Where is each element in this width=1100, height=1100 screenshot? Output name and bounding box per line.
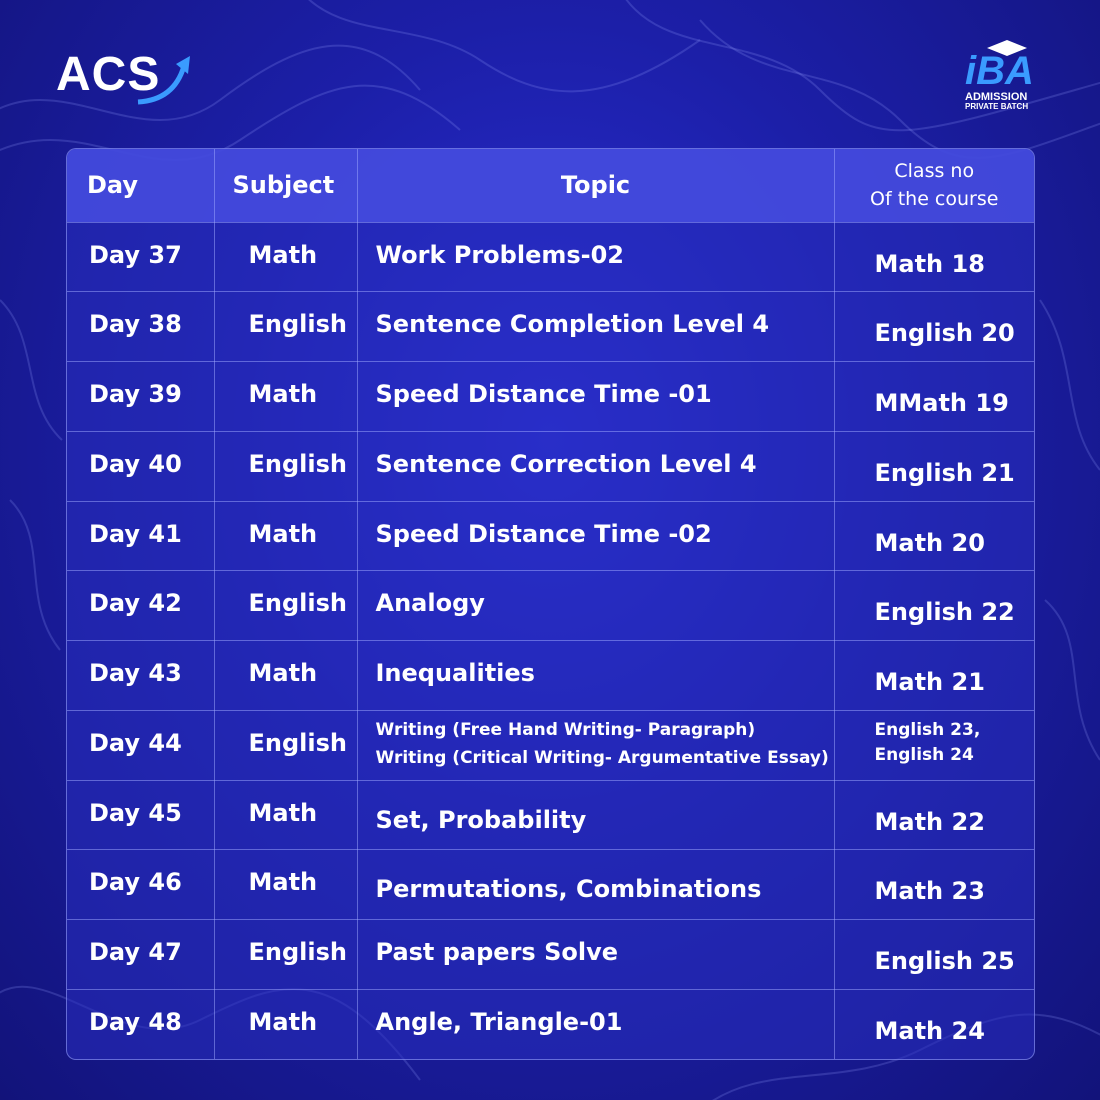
topic-cell: Writing (Free Hand Writing- Paragraph) W… bbox=[357, 710, 835, 781]
topic-cell: Set, Probability bbox=[357, 780, 835, 851]
day-cell: Day 40 bbox=[67, 431, 215, 502]
topic-cell: Inequalities bbox=[357, 640, 835, 711]
table-row: Day 41 Math Speed Distance Time -02 Math… bbox=[67, 501, 1034, 572]
header-class-no: Class no Of the course bbox=[834, 149, 1034, 223]
topic-cell: Sentence Correction Level 4 bbox=[357, 431, 835, 502]
day-cell: Day 38 bbox=[67, 291, 215, 362]
class-line: English 24 bbox=[874, 744, 974, 765]
subject-cell: Math bbox=[214, 849, 358, 920]
header-subject: Subject bbox=[214, 149, 358, 223]
header-class-line1: Class no bbox=[894, 160, 975, 183]
subject-cell: English bbox=[214, 919, 358, 990]
day-cell: Day 37 bbox=[67, 222, 215, 293]
class-cell: MMath 19 bbox=[834, 361, 1034, 432]
topic-cell: Sentence Completion Level 4 bbox=[357, 291, 835, 362]
class-cell: Math 18 bbox=[834, 222, 1034, 293]
schedule-table: Day Subject Topic Class no Of the course… bbox=[66, 148, 1035, 1060]
topic-cell: Speed Distance Time -01 bbox=[357, 361, 835, 432]
day-cell: Day 41 bbox=[67, 501, 215, 572]
subject-cell: English bbox=[214, 431, 358, 502]
table-row: Day 39 Math Speed Distance Time -01 MMat… bbox=[67, 361, 1034, 432]
iba-admission-logo: iBA ADMISSION PRIVATE BATCH bbox=[965, 40, 1034, 111]
table-header-row: Day Subject Topic Class no Of the course bbox=[67, 149, 1034, 223]
day-cell: Day 47 bbox=[67, 919, 215, 990]
class-cell: Math 24 bbox=[874, 1016, 985, 1045]
header-class-line2: Of the course bbox=[870, 188, 999, 211]
class-cell: Math 21 bbox=[834, 640, 1034, 711]
day-cell: Day 44 bbox=[67, 710, 215, 781]
subject-cell: Math bbox=[214, 222, 358, 293]
svg-text:PRIVATE BATCH: PRIVATE BATCH bbox=[965, 102, 1028, 111]
topic-line: Writing (Critical Writing- Argumentative… bbox=[375, 747, 829, 768]
topic-cell: Analogy bbox=[357, 570, 835, 641]
class-cell: Math 20 bbox=[834, 501, 1034, 572]
class-cell: English 22 bbox=[834, 570, 1034, 641]
table-row: Day 42 English Analogy English 22 bbox=[67, 570, 1034, 641]
topic-cell: Speed Distance Time -02 bbox=[357, 501, 835, 572]
table-row: Day 45 Math Set, Probability Math 22 bbox=[67, 780, 1034, 851]
day-cell: Day 45 bbox=[67, 780, 215, 851]
table-row: Day 44 English Writing (Free Hand Writin… bbox=[67, 710, 1034, 781]
subject-cell: English bbox=[214, 291, 358, 362]
header-topic: Topic bbox=[357, 149, 835, 223]
table-row: Day 37 Math Work Problems-02 Math 18 bbox=[67, 222, 1034, 293]
svg-text:iBA: iBA bbox=[965, 49, 1034, 93]
topic-cell: Permutations, Combinations bbox=[357, 849, 835, 920]
subject-cell: English bbox=[214, 570, 358, 641]
table-row: Day 47 English Past papers Solve English… bbox=[67, 919, 1034, 990]
day-cell: Day 39 bbox=[67, 361, 215, 432]
topic-cell: Angle, Triangle-01 bbox=[357, 989, 835, 1059]
day-cell: Day 43 bbox=[67, 640, 215, 711]
day-cell: Day 48 bbox=[67, 989, 215, 1059]
day-cell: Day 46 bbox=[67, 849, 215, 920]
class-cell: Math 23 bbox=[834, 849, 1034, 920]
acs-logo: ACS bbox=[56, 48, 190, 105]
subject-cell: Math bbox=[214, 989, 358, 1059]
table-row: Day 38 English Sentence Completion Level… bbox=[67, 291, 1034, 362]
svg-text:ACS: ACS bbox=[56, 48, 160, 101]
header-day: Day bbox=[67, 149, 215, 223]
class-cell: English 25 bbox=[834, 919, 1034, 990]
subject-cell: Math bbox=[214, 361, 358, 432]
table-row: Day 43 Math Inequalities Math 21 bbox=[67, 640, 1034, 711]
subject-cell: Math bbox=[214, 501, 358, 572]
table-row: Day 46 Math Permutations, Combinations M… bbox=[67, 849, 1034, 920]
topic-cell: Work Problems-02 bbox=[357, 222, 835, 293]
class-cell: English 20 bbox=[834, 291, 1034, 362]
day-cell: Day 42 bbox=[67, 570, 215, 641]
topic-cell: Past papers Solve bbox=[357, 919, 835, 990]
class-cell: Math 22 bbox=[834, 780, 1034, 851]
class-line: English 23, bbox=[874, 719, 981, 740]
subject-cell: Math bbox=[214, 640, 358, 711]
subject-cell: Math bbox=[214, 780, 358, 851]
table-row: Day 48 Math Angle, Triangle-01 Math 24 bbox=[67, 989, 1034, 1059]
class-cell: English 23, English 24 bbox=[834, 710, 1034, 781]
topic-line: Writing (Free Hand Writing- Paragraph) bbox=[375, 719, 756, 740]
subject-cell: English bbox=[214, 710, 358, 781]
class-cell: English 21 bbox=[834, 431, 1034, 502]
table-row: Day 40 English Sentence Correction Level… bbox=[67, 431, 1034, 502]
